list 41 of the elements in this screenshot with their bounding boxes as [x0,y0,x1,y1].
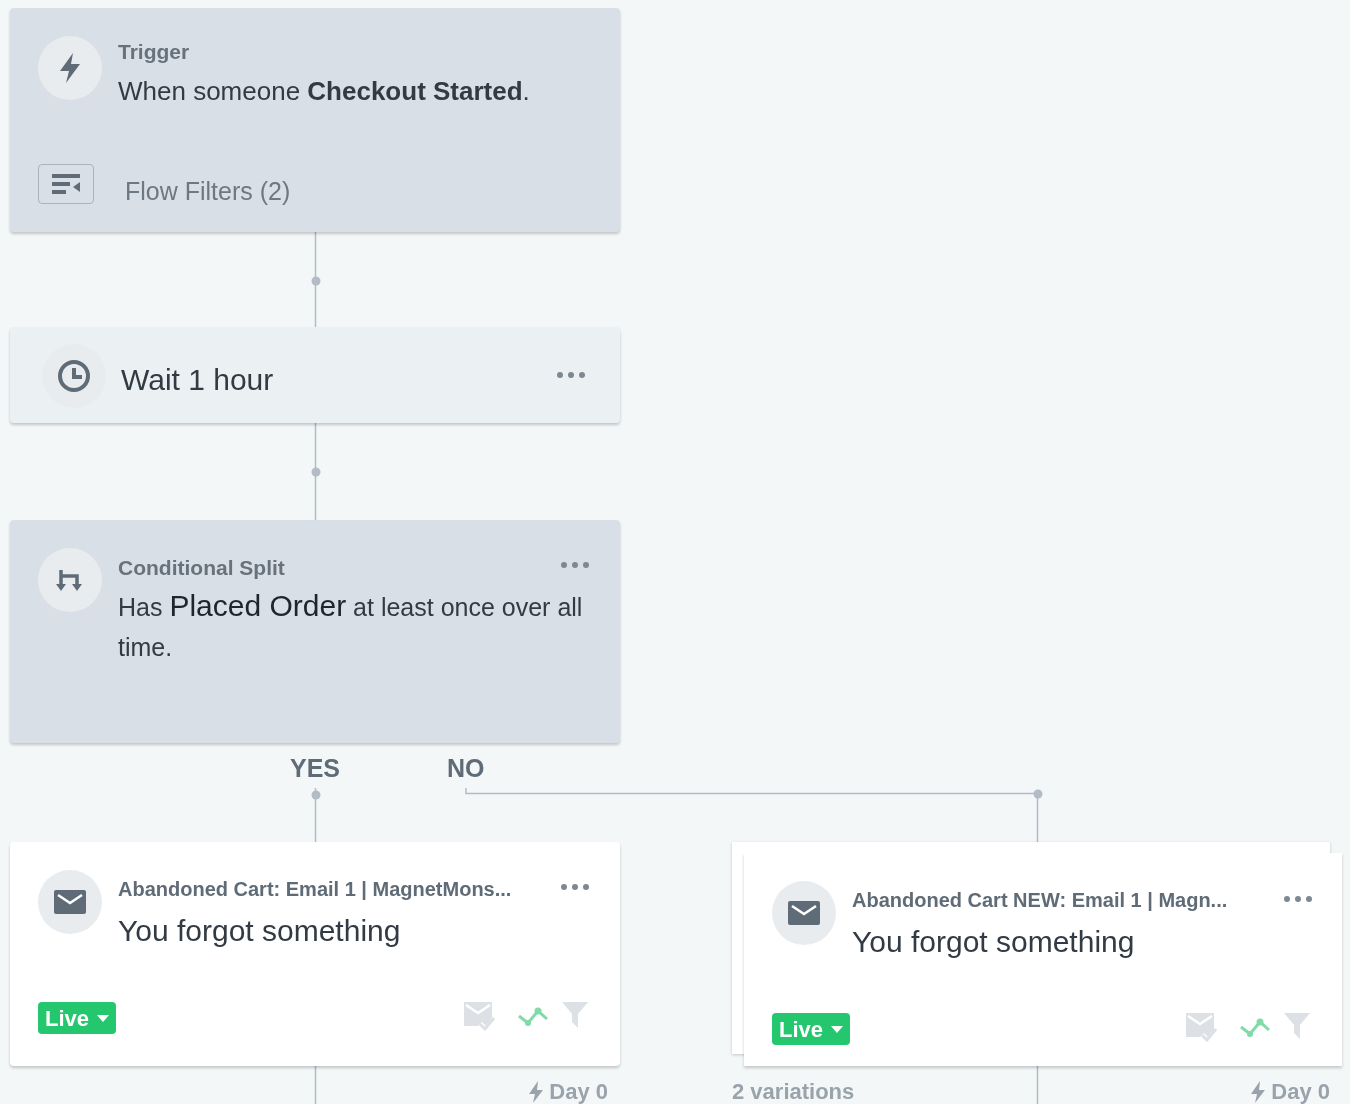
wait-card[interactable]: Wait 1 hour [10,327,620,423]
filter-list-icon [51,172,81,196]
trigger-card[interactable]: Trigger When someone Checkout Started. Flow Filters (2) [10,8,620,232]
email-subject: You forgot something [852,924,1135,960]
filter-icon[interactable] [1284,1013,1310,1039]
email-card[interactable]: Abandoned Cart: Email 1 | MagnetMons... You forgot something Live [10,842,620,1066]
wait-label: Wait 1 hour [121,362,274,398]
connector-dot [311,276,321,286]
lightning-icon [528,1080,545,1103]
more-icon[interactable] [560,560,590,570]
lightning-icon [57,52,83,84]
connector-line [314,1065,317,1104]
email-card[interactable]: Abandoned Cart NEW: Email 1 | Magn... You forgot something Live [744,853,1342,1066]
email-title: Abandoned Cart: Email 1 | MagnetMons... [118,877,512,902]
more-icon[interactable] [1283,894,1313,904]
more-icon[interactable] [556,370,586,380]
delay-label: Day 0 [1271,1078,1330,1104]
variations-count: 2 variations [732,1078,855,1104]
split-description: Has Placed Order at least once over all time. [118,588,584,663]
caret-icon [831,1025,844,1033]
connector-dot [1033,789,1043,799]
trigger-description: When someone Checkout Started. [118,75,530,108]
more-icon[interactable] [560,882,590,892]
clock-icon [57,359,91,393]
envelope-icon [788,901,820,925]
delay-label: Day 0 [549,1078,608,1104]
split-card[interactable]: Conditional Split Has Placed Order at least once over all time. [10,520,620,743]
connector-dot [311,467,321,477]
mail-check-icon[interactable] [1186,1013,1218,1043]
node-type-label: Conditional Split [118,555,285,581]
caret-icon [97,1014,110,1022]
email-subject: You forgot something [118,913,401,949]
mail-check-icon[interactable] [464,1002,496,1032]
envelope-icon [54,890,86,914]
filter-icon[interactable] [562,1002,588,1028]
node-type-label: Trigger [118,39,190,65]
lightning-icon [1250,1080,1267,1103]
email-title: Abandoned Cart NEW: Email 1 | Magn... [852,888,1228,913]
connector-line [1036,1065,1039,1104]
filter-button[interactable] [38,164,94,204]
connector-dot [311,790,321,800]
